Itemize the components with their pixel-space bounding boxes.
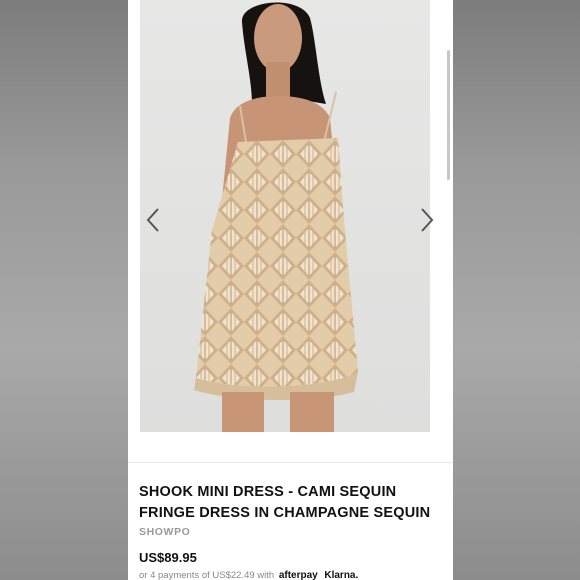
product-image-gallery[interactable] [128, 0, 453, 448]
previous-image-button[interactable] [142, 204, 164, 236]
right-blurred-background [453, 0, 580, 580]
section-divider [128, 462, 453, 463]
installment-text: or 4 payments of US$22.49 with [139, 570, 275, 580]
afterpay-logo[interactable]: afterpay [279, 570, 318, 580]
klarna-logo[interactable]: Klarna. [324, 570, 358, 580]
product-title-line-1: SHOOK MINI DRESS - CAMI SEQUIN [139, 484, 397, 500]
model-wearing-dress-image [194, 2, 358, 432]
product-photo [140, 0, 430, 432]
installment-info: or 4 payments of US$22.49 with afterpay … [139, 570, 358, 580]
product-title: SHOOK MINI DRESS - CAMI SEQUIN FRINGE DR… [139, 482, 444, 524]
chevron-right-icon [421, 208, 434, 232]
product-page: SHOOK MINI DRESS - CAMI SEQUIN FRINGE DR… [128, 0, 453, 580]
left-blurred-background [0, 0, 128, 580]
product-price: US$89.95 [139, 550, 197, 565]
product-title-line-2: FRINGE DRESS IN CHAMPAGNE SEQUIN [139, 505, 431, 521]
next-image-button[interactable] [416, 204, 438, 236]
chevron-left-icon [146, 208, 159, 232]
gallery-scrollbar[interactable] [447, 50, 450, 180]
brand-link[interactable]: SHOWPO [139, 526, 190, 538]
